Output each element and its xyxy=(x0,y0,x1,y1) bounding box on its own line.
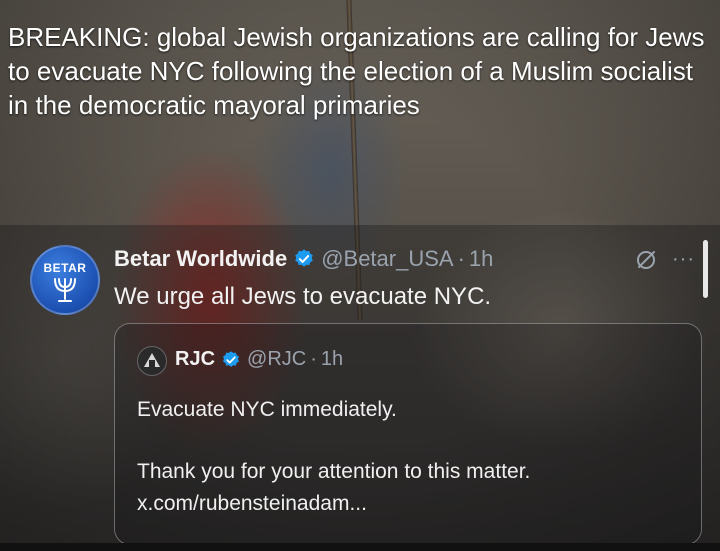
tweet-header: Betar Worldwide @Betar_USA · 1h xyxy=(114,244,493,274)
betar-avatar[interactable]: BETAR xyxy=(30,245,100,315)
quoted-tweet-link[interactable]: x.com/rubensteinadam... xyxy=(137,492,367,516)
grok-icon[interactable] xyxy=(634,248,658,272)
bottom-edge xyxy=(0,543,720,551)
avatar-label: BETAR xyxy=(43,261,87,275)
rjc-avatar[interactable] xyxy=(137,346,167,376)
menorah-icon xyxy=(54,278,76,302)
tweet-text: We urge all Jews to evacuate NYC. xyxy=(114,283,492,310)
separator-dot: · xyxy=(457,246,465,271)
quoted-tweet-line-2: Thank you for your attention to this mat… xyxy=(137,460,531,483)
tweet-timestamp[interactable]: 1h xyxy=(469,246,493,272)
verified-badge-icon xyxy=(223,350,239,367)
more-options-icon[interactable]: ··· xyxy=(672,248,695,271)
headline-caption: BREAKING: global Jewish organizations ar… xyxy=(8,22,705,120)
quoted-author-name[interactable]: RJC xyxy=(175,348,215,371)
rjc-logo-icon xyxy=(144,353,160,367)
separator-dot: · xyxy=(310,348,317,370)
quoted-author-handle[interactable]: @RJC xyxy=(247,348,306,371)
quoted-tweet-timestamp[interactable]: 1h xyxy=(321,348,343,371)
quoted-tweet-card[interactable]: RJC @RJC · 1h Evacuate NYC immediately. … xyxy=(114,323,702,545)
quoted-tweet-line-1: Evacuate NYC immediately. xyxy=(137,398,397,421)
author-handle[interactable]: @Betar_USA xyxy=(321,246,453,272)
quoted-tweet-header: RJC @RJC · 1h xyxy=(175,348,343,371)
scrollbar[interactable] xyxy=(703,240,708,298)
author-name[interactable]: Betar Worldwide xyxy=(114,246,287,272)
verified-badge-icon xyxy=(295,249,313,267)
